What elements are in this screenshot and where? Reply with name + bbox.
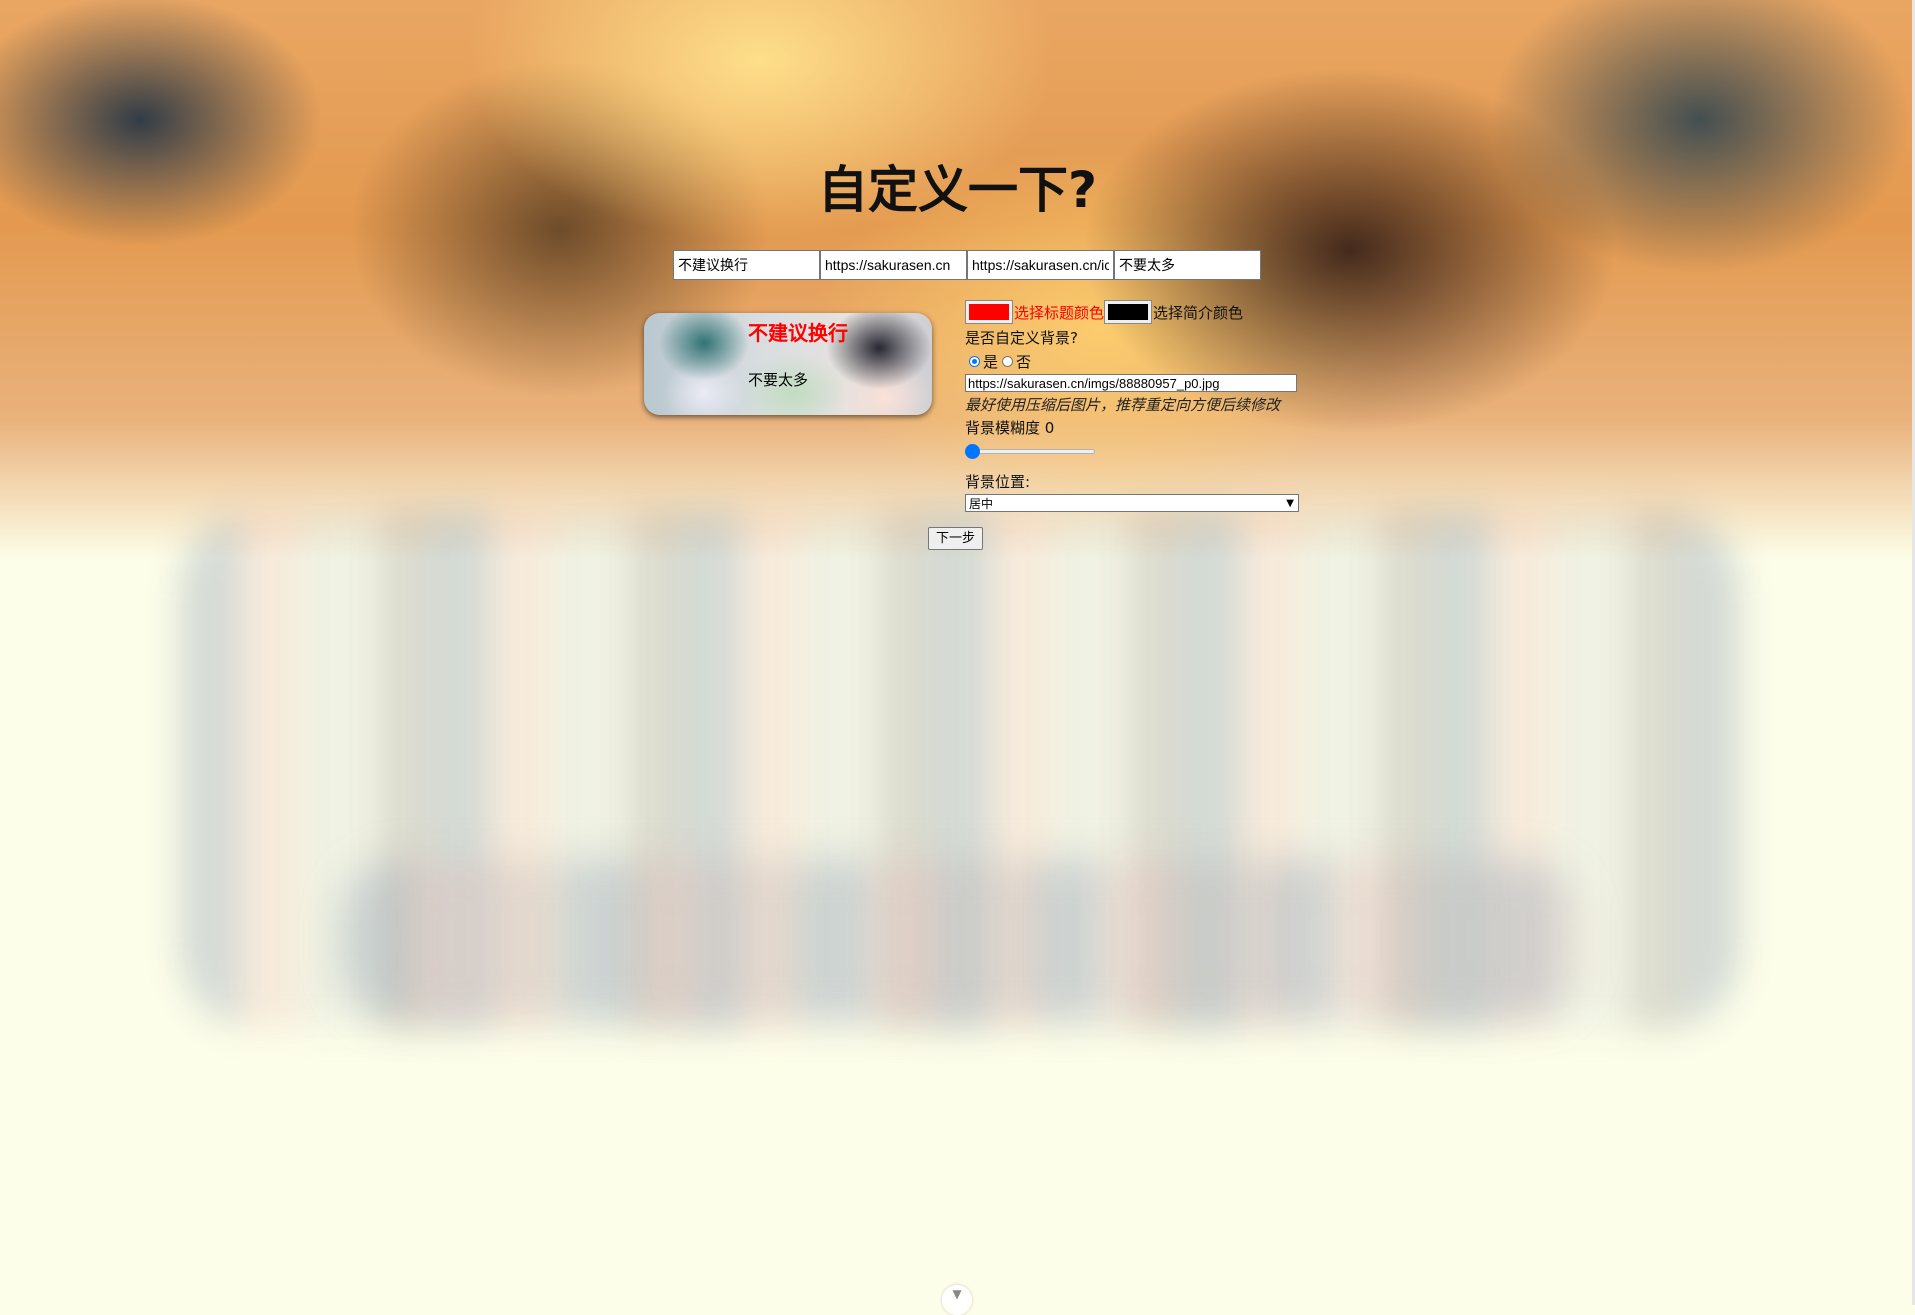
background-position-label: 背景位置: <box>965 473 1031 491</box>
description-input[interactable] <box>1114 250 1261 280</box>
blur-value: 0 <box>1044 419 1055 437</box>
radio-no[interactable] <box>1002 355 1014 367</box>
radio-yes[interactable] <box>969 355 980 367</box>
link-input[interactable] <box>820 250 967 280</box>
background-position-select[interactable]: 居中 ▼ <box>965 494 1299 512</box>
title-color-label: 选择标题颜色 <box>1014 303 1105 322</box>
card-inputs-row <box>673 250 1261 282</box>
background-hint: 最好使用压缩后图片，推荐重定向方便后续修改 <box>965 396 1281 414</box>
chevron-down-icon: ▼ <box>1286 498 1294 509</box>
next-button[interactable]: 下一步 <box>928 527 983 550</box>
background-url-input[interactable] <box>965 374 1297 392</box>
blur-label-row: 背景模糊度 0 <box>965 416 1305 440</box>
settings-panel: 选择标题颜色 选择简介颜色 是否自定义背景? 是 否 最好使用压缩后图片，推荐重… <box>965 298 1305 512</box>
description-color-picker[interactable] <box>1104 300 1153 324</box>
title-input[interactable] <box>673 250 820 280</box>
custom-background-question: 是否自定义背景? <box>965 329 1078 347</box>
preview-title: 不建议换行 <box>748 321 848 345</box>
custom-background-radio-group: 是 否 <box>965 350 1305 372</box>
blur-label: 背景模糊度 <box>965 419 1041 437</box>
color-picker-row: 选择标题颜色 选择简介颜色 <box>965 298 1305 326</box>
background-crowd-lower <box>340 860 1580 1020</box>
icon-url-input[interactable] <box>967 250 1114 280</box>
blur-slider[interactable] <box>965 440 1095 462</box>
description-color-label: 选择简介颜色 <box>1153 303 1244 322</box>
blur-slider-thumb[interactable] <box>965 444 980 459</box>
title-color-picker[interactable] <box>965 300 1013 324</box>
background-position-value: 居中 <box>969 497 994 511</box>
preview-description: 不要太多 <box>748 371 809 389</box>
blur-slider-track[interactable] <box>965 449 1095 454</box>
card-preview[interactable]: 不建议换行 不要太多 <box>644 313 932 415</box>
radio-no-label: 否 <box>1016 352 1032 371</box>
page-title: 自定义一下? <box>817 161 1097 219</box>
scroll-down-icon[interactable]: ▼ <box>942 1285 972 1315</box>
radio-yes-label: 是 <box>983 352 999 371</box>
